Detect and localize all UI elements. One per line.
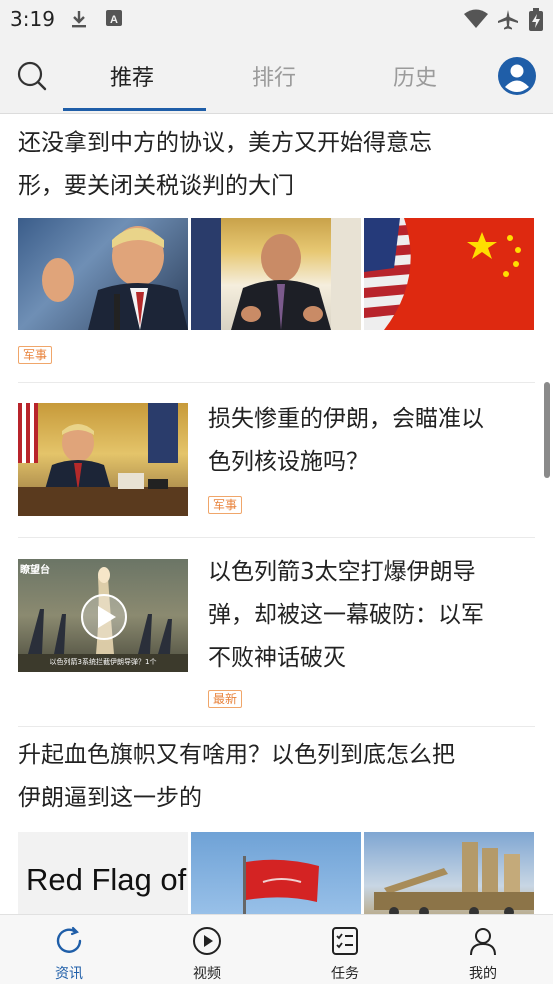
bottom-nav: 资讯 视频 任务 我的 xyxy=(0,914,553,984)
bottom-nav-tasks[interactable]: 任务 xyxy=(276,915,414,984)
download-icon xyxy=(68,8,90,34)
category-tag: 最新 xyxy=(208,690,243,708)
video-caption: 以色列箭3系统拦截伊朗导弹？1个 xyxy=(49,658,157,666)
bottom-nav-label: 资讯 xyxy=(55,966,83,982)
man-at-desk-with-flags-photo xyxy=(18,403,188,516)
divider xyxy=(18,537,535,538)
speaker-at-microphone-photo xyxy=(18,218,188,330)
news-title: 升起血色旗帜又有啥用？以色列到底怎么把 伊朗逼到这一步的 xyxy=(18,742,455,811)
bottom-nav-video[interactable]: 视频 xyxy=(138,915,276,984)
bottom-nav-news[interactable]: 资讯 xyxy=(0,915,138,984)
us-china-flags-photo xyxy=(364,218,534,330)
bottom-nav-me[interactable]: 我的 xyxy=(414,915,552,984)
video-channel-label: 瞭望台 xyxy=(20,565,50,576)
category-tag: 军事 xyxy=(208,496,243,514)
missile-launchers-photo xyxy=(364,832,534,914)
top-nav: 推荐 排行 历史 xyxy=(0,38,553,114)
category-tag: 军事 xyxy=(18,346,53,364)
news-feed[interactable]: 还没拿到中方的协议，美方又开始得意忘 形，要关闭关税谈判的大门 军事 损失惨重的… xyxy=(0,114,553,914)
status-time: 3:19 xyxy=(10,7,55,31)
wifi-icon xyxy=(463,8,489,34)
bottom-nav-label: 任务 xyxy=(331,966,359,982)
user-avatar-icon[interactable] xyxy=(497,56,537,96)
news-title: 以色列箭3太空打爆伊朗导 弹，却被这一幕破防：以军 不败神话破灭 xyxy=(208,559,484,671)
missile-launch-video-thumbnail[interactable]: 瞭望台 以色列箭3系统拦截伊朗导弹？1个 xyxy=(18,559,188,672)
airplane-mode-icon xyxy=(496,8,520,36)
refresh-icon xyxy=(53,925,85,957)
news-title: 还没拿到中方的协议，美方又开始得意忘 形，要关闭关税谈判的大门 xyxy=(18,130,432,199)
active-tab-indicator xyxy=(63,108,206,111)
checklist-icon xyxy=(329,925,361,957)
svg-text:A: A xyxy=(110,14,118,26)
search-icon[interactable] xyxy=(14,58,50,94)
battery-charging-icon xyxy=(528,8,544,36)
status-bar: 3:19 A xyxy=(0,0,553,38)
red-flag-on-pole-photo xyxy=(191,832,361,914)
scrollbar[interactable] xyxy=(544,382,550,478)
divider xyxy=(18,382,535,383)
tab-history[interactable]: 历史 xyxy=(393,60,437,92)
image-text: Red Flag of xyxy=(26,862,187,897)
tab-recommend[interactable]: 推荐 xyxy=(110,60,154,92)
tab-ranking[interactable]: 排行 xyxy=(252,60,296,92)
a-notification-icon: A xyxy=(104,8,124,32)
bottom-nav-label: 我的 xyxy=(469,966,497,982)
news-title: 损失惨重的伊朗，会瞄准以 色列核设施吗？ xyxy=(208,406,484,475)
red-flag-text-image: Red Flag of xyxy=(18,832,188,914)
man-speaking-in-office-photo xyxy=(191,218,361,330)
bottom-nav-label: 视频 xyxy=(193,966,221,982)
play-circle-icon xyxy=(191,925,223,957)
person-icon xyxy=(467,925,499,957)
divider xyxy=(18,726,535,727)
